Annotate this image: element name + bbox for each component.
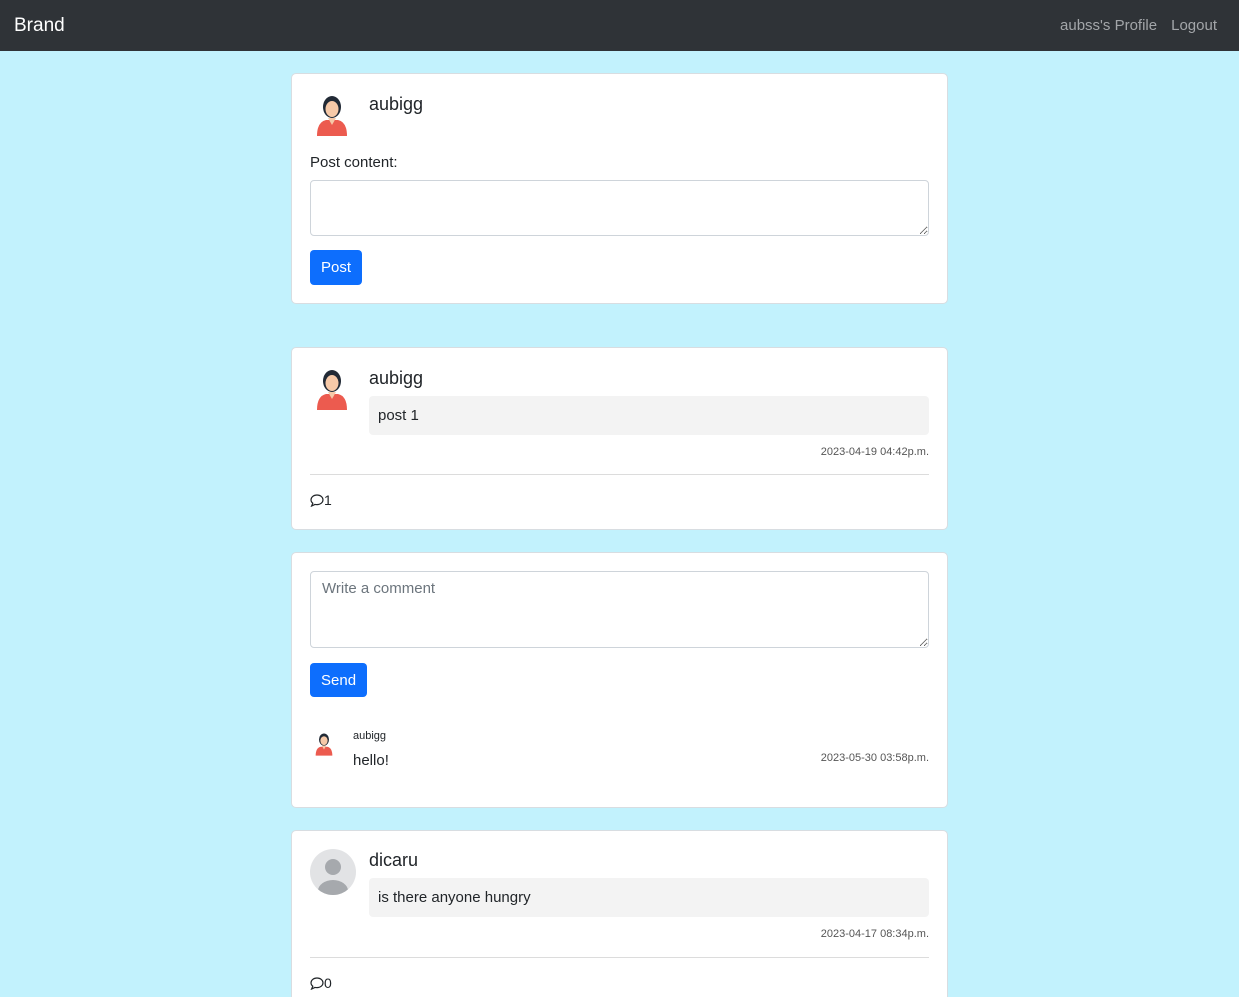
nav-links: aubss's Profile Logout (1060, 17, 1217, 34)
female-avatar-icon (315, 733, 333, 756)
comments-card: Send aubigg hello! 2023-05-30 03:58p.m. (291, 552, 948, 808)
comment-text: hello! (353, 752, 389, 769)
female-avatar-icon (317, 370, 347, 410)
comment-count-value: 0 (324, 975, 332, 991)
comment-timestamp: 2023-05-30 03:58p.m. (820, 752, 929, 764)
comment-count-button[interactable]: 0 (310, 975, 332, 991)
composer-username: aubigg (369, 94, 424, 114)
send-button[interactable]: Send (310, 663, 368, 697)
default-avatar-icon (310, 849, 356, 895)
post-card: dicaru is there anyone hungry 2023-04-17… (291, 830, 948, 997)
post-timestamp: 2023-04-17 08:34p.m. (820, 928, 929, 940)
post-button[interactable]: Post (310, 250, 363, 285)
post-username: aubigg (369, 368, 424, 388)
post-divider (310, 957, 929, 958)
post-content: post 1 (369, 396, 929, 435)
top-navbar: Brand aubss's Profile Logout (0, 0, 1239, 51)
post-card: aubigg post 1 2023-04-19 04:42p.m. 1 (291, 347, 948, 530)
comment-count-value: 1 (324, 492, 332, 508)
comment-count-button[interactable]: 1 (310, 492, 332, 508)
new-post-card: aubigg Post content: Post (291, 73, 948, 304)
logout-link[interactable]: Logout (1171, 17, 1217, 34)
comment-username: aubigg (353, 730, 387, 742)
post-timestamp: 2023-04-19 04:42p.m. (820, 446, 929, 458)
post-username: dicaru (369, 850, 419, 870)
post-content: is there anyone hungry (369, 878, 929, 917)
profile-link[interactable]: aubss's Profile (1060, 17, 1157, 34)
comment-input[interactable] (310, 571, 929, 648)
post-content-label: Post content: (310, 154, 398, 171)
speech-bubble-icon (310, 976, 324, 990)
speech-bubble-icon (310, 493, 324, 507)
female-avatar-icon (317, 96, 347, 136)
brand-link[interactable]: Brand (14, 15, 65, 37)
post-divider (310, 474, 929, 475)
post-content-input[interactable] (310, 180, 929, 236)
